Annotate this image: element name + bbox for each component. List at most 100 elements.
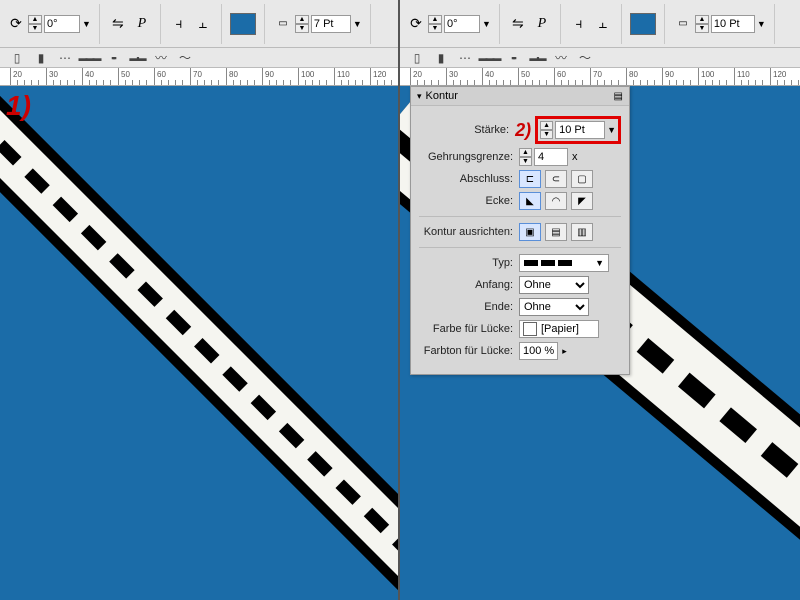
distribute-icon[interactable]: ⫞ [569, 14, 589, 34]
flip-h-icon[interactable]: ⇋ [508, 14, 528, 34]
dashed1-icon[interactable]: ▬▬▬ [480, 50, 498, 66]
weight-up[interactable]: ▲ [540, 121, 553, 130]
stroke-weight-icon: ▭ [673, 14, 693, 34]
dashed1-icon[interactable]: ▬▬▬ [80, 50, 98, 66]
distribute-icon[interactable]: ⫞ [169, 14, 189, 34]
paragraph-icon[interactable]: P [132, 14, 152, 34]
left-pane: ⟳ ▲▼ ▼ ⇋ P ⫞ ⫠ ▭ ▲▼ ▼ ▯ ▮ ⋯ ▬▬▬ ▪▪▪ ▬▪▬ … [0, 0, 400, 600]
wave2-icon[interactable]: 〜 [176, 50, 194, 66]
dashed3-icon[interactable]: ▬▪▬ [528, 50, 546, 66]
stroke-type-select[interactable]: ▼ [519, 254, 609, 272]
panel-header[interactable]: ▾ Kontur ▤ [411, 87, 629, 106]
weight-label: Stärke: [419, 124, 515, 136]
dropdown-icon[interactable]: ▼ [353, 19, 362, 29]
gapcolor-label: Farbe für Lücke: [419, 323, 519, 335]
dropdown-icon[interactable]: ▼ [757, 19, 766, 29]
rotate-icon: ⟳ [406, 14, 426, 34]
rotate-input[interactable] [444, 15, 480, 33]
corner-bevel[interactable]: ◤ [571, 192, 593, 210]
weight-highlight: ▲▼ ▼ [535, 116, 621, 144]
align-left-icon[interactable]: ▯ [8, 50, 26, 66]
gaptint-input[interactable]: 100 % [519, 342, 558, 360]
rotate-up[interactable]: ▲ [428, 15, 442, 24]
align-right-icon[interactable]: ▮ [32, 50, 50, 66]
end-label: Ende: [419, 301, 519, 313]
stroke-weight-input[interactable] [711, 15, 755, 33]
wave1-icon[interactable]: 〰 [152, 50, 170, 66]
corner-round[interactable]: ◠ [545, 192, 567, 210]
panel-title: Kontur [426, 90, 458, 102]
corner-label: Ecke: [419, 195, 519, 207]
align-inside[interactable]: ▤ [545, 223, 567, 241]
miter-label: Gehrungsgrenze: [419, 151, 519, 163]
dropdown-icon: ▼ [595, 258, 604, 268]
wave2-icon[interactable]: 〜 [576, 50, 594, 66]
cap-round[interactable]: ⊂ [545, 170, 567, 188]
rotate-field[interactable]: ⟳ ▲▼ ▼ [6, 14, 91, 34]
rotate-icon: ⟳ [6, 14, 26, 34]
dropdown-icon[interactable]: ▼ [607, 125, 616, 135]
cap-label: Abschluss: [419, 173, 519, 185]
fill-swatch[interactable] [230, 13, 256, 35]
rotate-field[interactable]: ⟳ ▲▼ ▼ [406, 14, 491, 34]
align-outside[interactable]: ▥ [571, 223, 593, 241]
weight-input[interactable] [555, 121, 605, 139]
stroke-panel: ▾ Kontur ▤ Stärke: 2) ▲▼ ▼ Gehrungsgrenz… [410, 86, 630, 375]
ruler-left: 2030405060708090100110120 [0, 68, 398, 86]
road-graphic-left [0, 28, 400, 599]
cap-butt[interactable]: ⊏ [519, 170, 541, 188]
align-center[interactable]: ▣ [519, 223, 541, 241]
toolbar-right: ⟳ ▲▼ ▼ ⇋ P ⫞ ⫠ ▭ ▲▼ ▼ [400, 0, 800, 48]
stroke-down[interactable]: ▼ [295, 24, 309, 33]
dashed3-icon[interactable]: ▬▪▬ [128, 50, 146, 66]
fill-swatch[interactable] [630, 13, 656, 35]
dotted-icon[interactable]: ⋯ [56, 50, 74, 66]
dropdown-icon[interactable]: ▼ [482, 19, 491, 29]
toolbar2-right: ▯ ▮ ⋯ ▬▬▬ ▪▪▪ ▬▪▬ 〰 〜 [400, 48, 800, 68]
gapcolor-select[interactable]: [Papier] [519, 320, 599, 338]
wave1-icon[interactable]: 〰 [552, 50, 570, 66]
dropdown-icon[interactable]: ▼ [82, 19, 91, 29]
start-select[interactable]: Ohne [519, 276, 589, 294]
rotate-up[interactable]: ▲ [28, 15, 42, 24]
paragraph-icon[interactable]: P [532, 14, 552, 34]
cap-square[interactable]: ▢ [571, 170, 593, 188]
corner-miter[interactable]: ◣ [519, 192, 541, 210]
distribute-2-icon[interactable]: ⫠ [593, 14, 613, 34]
collapse-icon[interactable]: ▾ [417, 91, 422, 102]
right-pane: ⟳ ▲▼ ▼ ⇋ P ⫞ ⫠ ▭ ▲▼ ▼ ▯ ▮ ⋯ ▬▬▬ ▪▪▪ ▬▪▬ … [400, 0, 800, 600]
stroke-up[interactable]: ▲ [695, 15, 709, 24]
stroke-up[interactable]: ▲ [295, 15, 309, 24]
panel-menu-icon[interactable]: ▤ [614, 91, 623, 102]
align-right-icon[interactable]: ▮ [432, 50, 450, 66]
miter-input[interactable] [534, 148, 568, 166]
start-label: Anfang: [419, 279, 519, 291]
miter-down[interactable]: ▼ [519, 157, 532, 166]
stroke-weight-field[interactable]: ▭ ▲▼ ▼ [273, 14, 362, 34]
gapcolor-swatch [523, 322, 537, 336]
dashed2-icon[interactable]: ▪▪▪ [504, 50, 522, 66]
weight-down[interactable]: ▼ [540, 130, 553, 139]
ruler-right: 2030405060708090100110120 [400, 68, 800, 86]
rotate-down[interactable]: ▼ [28, 24, 42, 33]
slider-icon[interactable]: ▸ [562, 346, 567, 357]
stroke-weight-icon: ▭ [273, 14, 293, 34]
stroke-weight-input[interactable] [311, 15, 351, 33]
annotation-2: 2) [515, 120, 531, 141]
distribute-2-icon[interactable]: ⫠ [193, 14, 213, 34]
toolbar2-left: ▯ ▮ ⋯ ▬▬▬ ▪▪▪ ▬▪▬ 〰 〜 [0, 48, 398, 68]
align-left-icon[interactable]: ▯ [408, 50, 426, 66]
miter-up[interactable]: ▲ [519, 148, 532, 157]
toolbar-left: ⟳ ▲▼ ▼ ⇋ P ⫞ ⫠ ▭ ▲▼ ▼ [0, 0, 398, 48]
flip-h-icon[interactable]: ⇋ [108, 14, 128, 34]
gapcolor-value: [Papier] [541, 323, 579, 335]
end-select[interactable]: Ohne [519, 298, 589, 316]
stroke-weight-field[interactable]: ▭ ▲▼ ▼ [673, 14, 766, 34]
dashed2-icon[interactable]: ▪▪▪ [104, 50, 122, 66]
dotted-icon[interactable]: ⋯ [456, 50, 474, 66]
stroke-down[interactable]: ▼ [695, 24, 709, 33]
miter-suffix: x [572, 151, 578, 163]
type-label: Typ: [419, 257, 519, 269]
rotate-input[interactable] [44, 15, 80, 33]
rotate-down[interactable]: ▼ [428, 24, 442, 33]
